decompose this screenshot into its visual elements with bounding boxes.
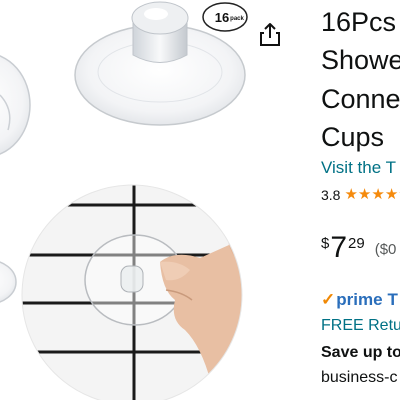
price-whole: 7 bbox=[330, 231, 348, 264]
product-info-panel: 16Pcs Showe Conne Cups Visit the T 3.8 ★… bbox=[320, 0, 400, 400]
star-icon: ★ bbox=[371, 186, 385, 203]
unit-price: ($0 bbox=[374, 241, 397, 258]
price: $ 7 29 ($0 bbox=[321, 232, 396, 264]
rating-row[interactable]: 3.8 ★ ★ ★ ★ ★ bbox=[321, 187, 400, 204]
rating-stars[interactable]: ★ ★ ★ ★ ★ bbox=[344, 187, 400, 203]
product-title-line-3: Conne bbox=[321, 84, 400, 114]
star-icon: ★ bbox=[357, 186, 372, 203]
price-symbol: $ bbox=[321, 235, 330, 252]
save-up-to-text: Save up to bbox=[321, 344, 400, 361]
star-icon: ★ bbox=[344, 186, 358, 203]
star-icon: ★ bbox=[384, 186, 399, 203]
suction-cup-left-bottom bbox=[0, 261, 17, 303]
visit-store-link[interactable]: Visit the T bbox=[321, 158, 396, 178]
prime-extra-text: T bbox=[387, 290, 398, 309]
prime-logo: prime bbox=[336, 290, 383, 309]
business-pricing-text: business-c bbox=[321, 369, 398, 386]
free-returns-link[interactable]: FREE Retu bbox=[321, 317, 400, 335]
product-image-panel[interactable]: 16 pack bbox=[0, 0, 300, 400]
prime-check-icon: ✓ bbox=[321, 290, 336, 309]
product-title-line-2: Showe bbox=[321, 45, 400, 75]
product-title-line-4: Cups bbox=[321, 122, 385, 152]
product-title-line-1: 16Pcs bbox=[321, 7, 397, 37]
price-fraction: 29 bbox=[348, 235, 365, 252]
prime-badge[interactable]: ✓ prime T bbox=[321, 290, 398, 310]
pack-badge-number: 16 bbox=[215, 10, 229, 25]
pack-badge: 16 pack bbox=[202, 2, 248, 32]
rating-value: 3.8 bbox=[321, 187, 341, 203]
usage-photo bbox=[22, 185, 242, 400]
share-icon bbox=[260, 23, 280, 46]
pack-badge-label: pack bbox=[230, 16, 244, 22]
suction-cup-left-top bbox=[0, 55, 31, 155]
share-button[interactable] bbox=[256, 20, 284, 48]
product-image[interactable]: 16 pack bbox=[0, 0, 300, 400]
